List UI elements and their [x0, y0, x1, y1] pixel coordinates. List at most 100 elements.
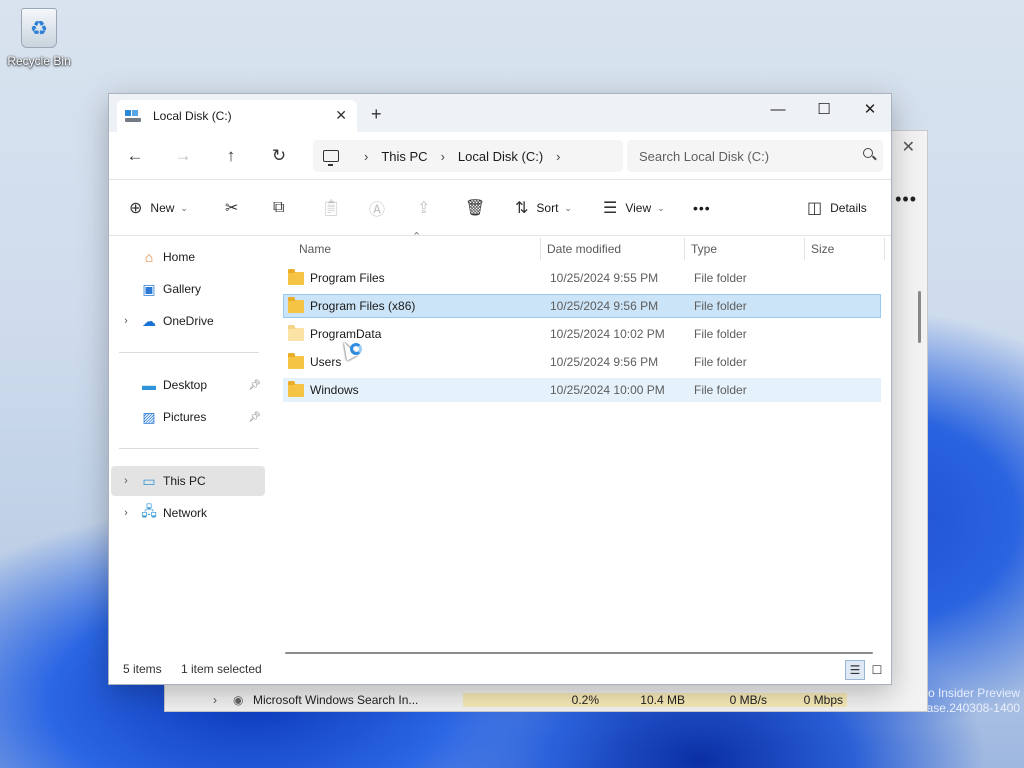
share-button[interactable]: ⇪: [417, 198, 438, 218]
close-tab-icon[interactable]: ✕: [335, 107, 347, 124]
sidebar-item-label: Network: [163, 506, 208, 520]
cut-button[interactable]: ✂: [225, 198, 246, 218]
file-date: 10/25/2024 9:56 PM: [550, 355, 659, 369]
background-scrollbar[interactable]: [918, 291, 921, 343]
gallery-icon: ▣: [142, 280, 156, 297]
scissors-icon: ✂: [225, 200, 239, 217]
file-date: 10/25/2024 9:56 PM: [550, 299, 659, 313]
file-name: Program Files (x86): [310, 299, 416, 313]
more-icon: •••: [693, 200, 711, 216]
column-separator[interactable]: [884, 238, 885, 260]
table-row[interactable]: Program Files 10/25/2024 9:55 PM File fo…: [283, 266, 881, 290]
expand-chevron-icon[interactable]: ›: [213, 693, 233, 707]
cloud-icon: ☁: [142, 312, 156, 329]
large-icons-view-button[interactable]: ☐: [867, 660, 887, 680]
sidebar-item-this-pc[interactable]: › ▭ This PC: [111, 466, 265, 496]
details-label: Details: [830, 201, 867, 215]
chevron-down-icon: ⌄: [657, 202, 665, 213]
build-watermark: ro Insider Preview lease.240308-1400: [917, 686, 1020, 716]
sidebar-item-label: Home: [163, 250, 196, 264]
new-label: New: [150, 201, 175, 215]
view-button[interactable]: ☰ View ⌄: [603, 198, 665, 218]
column-separator[interactable]: [804, 238, 805, 260]
table-row[interactable]: ProgramData 10/25/2024 10:02 PM File fol…: [283, 322, 881, 346]
expand-chevron-icon[interactable]: ›: [111, 475, 141, 487]
background-close-icon[interactable]: ✕: [902, 137, 915, 157]
copy-button[interactable]: ⧉: [273, 198, 292, 218]
sidebar-item-pictures[interactable]: ▨ Pictures 📌︎: [111, 402, 265, 432]
expand-chevron-icon[interactable]: ›: [111, 507, 141, 519]
file-explorer-window[interactable]: Local Disk (C:) ✕ + — ☐ ✕ ← → ↑ ↻ › This…: [108, 93, 892, 685]
column-name[interactable]: Name: [299, 242, 331, 256]
search-input[interactable]: Search Local Disk (C:): [627, 140, 883, 172]
column-header-row: ⌃ Name Date modified Type Size: [269, 231, 891, 262]
breadcrumb-separator-icon[interactable]: ›: [364, 149, 368, 164]
forward-button[interactable]: →: [171, 144, 195, 168]
column-type[interactable]: Type: [691, 242, 717, 256]
title-bar[interactable]: Local Disk (C:) ✕ + — ☐ ✕: [109, 94, 891, 132]
selection-count: 1 item selected: [181, 662, 262, 676]
sidebar-item-gallery[interactable]: ▣ Gallery: [111, 274, 265, 304]
network-icon: 🖧︎: [141, 503, 157, 519]
minimize-button[interactable]: —: [755, 94, 801, 124]
navigation-bar: ← → ↑ ↻ › This PC › Local Disk (C:) › Se…: [109, 132, 891, 180]
item-count: 5 items: [123, 662, 162, 676]
pin-icon[interactable]: 📌︎: [248, 412, 261, 423]
new-tab-button[interactable]: +: [371, 104, 382, 125]
file-list: ⌃ Name Date modified Type Size Program F…: [269, 231, 891, 656]
up-button[interactable]: ↑: [219, 144, 243, 168]
command-bar: ⊕ New ⌄ ✂ ⧉ 📋︎ Ⓐ ⇪ 🗑︎ ⇅ Sort ⌄ ☰ View ⌄ …: [109, 180, 891, 236]
close-window-button[interactable]: ✕: [847, 94, 893, 124]
watermark-line-1: ro Insider Preview: [923, 686, 1020, 700]
table-row[interactable]: Program Files (x86) 10/25/2024 9:56 PM F…: [283, 294, 881, 318]
process-row[interactable]: › ◉ Microsoft Windows Search In... 0.2% …: [213, 688, 863, 712]
column-size[interactable]: Size: [811, 242, 834, 256]
tab-local-disk[interactable]: Local Disk (C:) ✕: [117, 100, 357, 132]
details-pane-button[interactable]: ◫ Details: [807, 198, 867, 218]
breadcrumb-this-pc[interactable]: This PC: [381, 149, 427, 164]
pin-icon[interactable]: 📌︎: [248, 380, 261, 391]
breadcrumb-separator-icon[interactable]: ›: [441, 149, 445, 164]
table-row[interactable]: Users 10/25/2024 9:56 PM File folder: [283, 350, 881, 374]
maximize-button[interactable]: ☐: [801, 94, 847, 124]
clipboard-icon: 📋︎: [321, 200, 342, 217]
delete-button[interactable]: 🗑︎: [465, 198, 493, 218]
background-more-icon[interactable]: •••: [895, 189, 917, 210]
rename-button[interactable]: Ⓐ: [369, 198, 393, 219]
search-placeholder: Search Local Disk (C:): [639, 148, 770, 164]
folder-icon: [288, 324, 304, 341]
sidebar-item-desktop[interactable]: ▬ Desktop 📌︎: [111, 370, 265, 400]
more-options-button[interactable]: •••: [693, 198, 711, 218]
sidebar-item-network[interactable]: › 🖧︎ Network: [111, 498, 265, 528]
expand-chevron-icon[interactable]: ›: [111, 315, 141, 327]
process-disk: 0 MB/s: [689, 693, 771, 707]
recycle-bin-shortcut[interactable]: ♻ Recycle Bin: [6, 8, 72, 68]
plus-circle-icon: ⊕: [129, 200, 143, 217]
sort-label: Sort: [536, 201, 559, 215]
process-memory: 10.4 MB: [603, 693, 689, 707]
trash-icon: 🗑︎: [465, 200, 486, 217]
navigation-pane: ⌂ Home ▣ Gallery › ☁ OneDrive ▬ Desktop …: [109, 236, 269, 656]
file-type: File folder: [694, 327, 747, 341]
paste-button[interactable]: 📋︎: [321, 198, 349, 218]
file-type: File folder: [694, 271, 747, 285]
details-view-button[interactable]: ☰: [845, 660, 865, 680]
refresh-button[interactable]: ↻: [267, 144, 291, 168]
status-bar: 5 items 1 item selected ☰ ☐: [109, 654, 891, 684]
monitor-icon: ▭: [142, 472, 156, 489]
column-separator[interactable]: [540, 238, 541, 260]
copy-icon: ⧉: [273, 199, 285, 216]
sidebar-item-onedrive[interactable]: › ☁ OneDrive: [111, 306, 265, 336]
column-date-modified[interactable]: Date modified: [547, 242, 621, 256]
column-separator[interactable]: [684, 238, 685, 260]
tab-title: Local Disk (C:): [153, 109, 232, 123]
address-bar[interactable]: › This PC › Local Disk (C:) ›: [313, 140, 623, 172]
new-button[interactable]: ⊕ New ⌄: [129, 198, 188, 218]
back-button[interactable]: ←: [123, 144, 147, 168]
table-row[interactable]: Windows 10/25/2024 10:00 PM File folder: [283, 378, 881, 402]
chevron-down-icon: ⌄: [180, 202, 188, 213]
sort-button[interactable]: ⇅ Sort ⌄: [515, 198, 572, 218]
sidebar-item-home[interactable]: ⌂ Home: [111, 242, 265, 272]
breadcrumb-local-disk[interactable]: Local Disk (C:): [458, 149, 543, 164]
breadcrumb-separator-icon[interactable]: ›: [556, 149, 560, 164]
